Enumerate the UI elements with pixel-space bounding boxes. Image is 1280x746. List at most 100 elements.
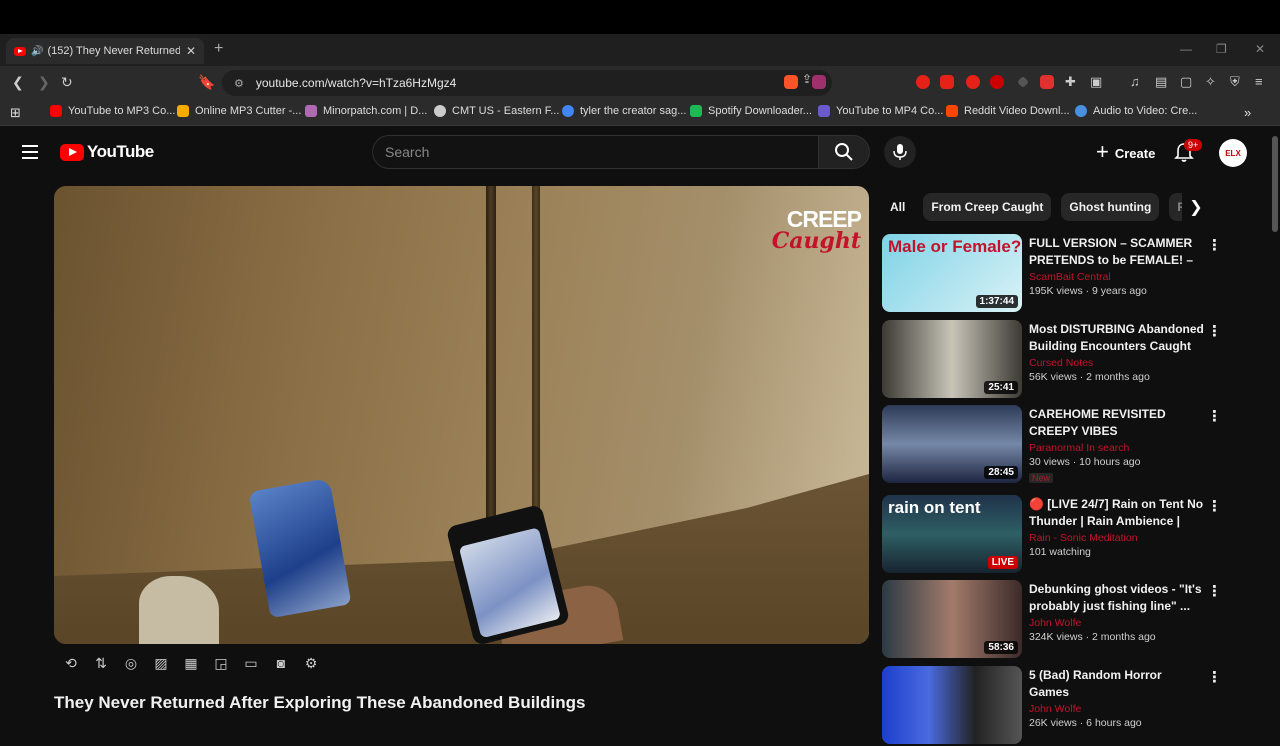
sort-icon[interactable]: ⇅ — [92, 654, 110, 672]
recommendation-title[interactable]: Debunking ghost videos - "It's probably … — [1029, 581, 1205, 615]
hide-overlay-icon[interactable]: ▨ — [152, 654, 170, 672]
apps-grid-icon[interactable]: ⊞ — [10, 105, 21, 121]
search-input[interactable] — [385, 144, 818, 160]
recommendation-item[interactable]: 28:45 CAREHOME REVISITED CREEPY VIBES Pa… — [882, 405, 1222, 485]
bookmark-item[interactable]: Reddit Video Downl... — [946, 105, 1070, 117]
forward-icon[interactable]: ❯ — [38, 74, 50, 91]
cinema-icon[interactable]: ▦ — [182, 654, 200, 672]
leo-ai-icon[interactable]: ✧ — [1205, 74, 1216, 90]
window-close-icon[interactable]: ✕ — [1255, 42, 1265, 56]
recommendation-channel[interactable]: ScamBait Central — [1029, 271, 1205, 283]
audio-wave-icon[interactable]: ◎ — [122, 654, 140, 672]
bookmark-item[interactable]: Minorpatch.com | D... — [305, 105, 427, 117]
recommendation-channel[interactable]: Cursed Notes — [1029, 357, 1205, 369]
recommendation-channel[interactable]: John Wolfe — [1029, 703, 1205, 715]
page-scrollbar[interactable] — [1272, 136, 1278, 232]
more-bookmarks-icon[interactable]: » — [1244, 105, 1251, 120]
chip-all[interactable]: All — [882, 193, 913, 221]
speaker-icon[interactable]: 🔊 — [31, 46, 43, 57]
youtube-logo-icon — [60, 143, 84, 161]
search-box[interactable] — [372, 135, 818, 169]
brave-rewards-icon[interactable] — [812, 75, 826, 89]
vpn-icon[interactable]: ⛨ — [1230, 74, 1240, 90]
address-bar[interactable]: ⚙ youtube.com/watch?v=hTza6HzMgz4 ▭ ⇪ — [222, 70, 832, 96]
video-player[interactable]: CREEP Caught — [54, 186, 869, 644]
recommendation-stats: 30 views · 10 hours ago — [1029, 456, 1141, 468]
settings-gear-icon[interactable]: ⚙ — [302, 654, 320, 672]
bookmark-page-icon[interactable]: 🔖 — [198, 74, 215, 91]
bookmark-item[interactable]: CMT US - Eastern F... — [434, 105, 559, 117]
bookmark-item[interactable]: Audio to Video: Cre... — [1075, 105, 1197, 117]
more-options-icon[interactable]: ⋮ — [1207, 322, 1222, 340]
reload-icon[interactable]: ↻ — [61, 74, 73, 91]
more-options-icon[interactable]: ⋮ — [1207, 582, 1222, 600]
bookmark-item[interactable]: tyler the creator sag... — [562, 105, 686, 117]
bookmark-item[interactable]: YouTube to MP4 Co... — [818, 105, 943, 117]
menu-icon[interactable] — [22, 145, 38, 159]
close-tab-icon[interactable]: ✕ — [186, 44, 196, 58]
brave-shield-icon[interactable] — [784, 75, 798, 89]
video-cloth — [139, 576, 219, 644]
recommendation-title[interactable]: 🔴 [LIVE 24/7] Rain on Tent No Thunder | … — [1029, 496, 1205, 530]
bookmark-item[interactable]: Online MP3 Cutter -... — [177, 105, 301, 117]
video-thumbnail[interactable]: 28:45 — [882, 405, 1022, 483]
media-icon[interactable]: ♫ — [1130, 74, 1140, 89]
chip-ghost-hunting[interactable]: Ghost hunting — [1061, 193, 1160, 221]
recommendation-item[interactable]: rain on tent LIVE 🔴 [LIVE 24/7] Rain on T… — [882, 495, 1222, 575]
extension-red-2-icon[interactable] — [940, 75, 954, 89]
browser-menu-icon[interactable]: ≡ — [1255, 74, 1263, 89]
new-badge: New — [1029, 473, 1054, 483]
minimize-icon[interactable]: — — [1180, 42, 1192, 56]
recommendation-title[interactable]: Most DISTURBING Abandoned Building Encou… — [1029, 321, 1205, 355]
pip-icon[interactable]: ◲ — [212, 654, 230, 672]
more-options-icon[interactable]: ⋮ — [1207, 668, 1222, 686]
more-options-icon[interactable]: ⋮ — [1207, 497, 1222, 515]
extensions-puzzle-icon[interactable]: ✚ — [1065, 74, 1076, 90]
recommendation-channel[interactable]: John Wolfe — [1029, 617, 1205, 629]
theater-icon[interactable]: ▭ — [242, 654, 260, 672]
video-thumbnail[interactable]: 25:41 — [882, 320, 1022, 398]
recommendation-item[interactable]: 25:41 Most DISTURBING Abandoned Building… — [882, 320, 1222, 400]
extension-u-icon[interactable] — [990, 75, 1004, 89]
video-thumbnail[interactable]: rain on tent LIVE — [882, 495, 1022, 573]
more-options-icon[interactable]: ⋮ — [1207, 407, 1222, 425]
recommendation-channel[interactable]: Rain - Sonic Meditation — [1029, 532, 1205, 544]
recommendation-title[interactable]: 5 (Bad) Random Horror Games — [1029, 667, 1205, 701]
wallet-icon[interactable]: ▢ — [1180, 74, 1192, 90]
recommendation-channel[interactable]: Paranormal In search — [1029, 442, 1205, 454]
youtube-logo[interactable]: YouTube — [60, 142, 154, 162]
recommendation-item[interactable]: 5 (Bad) Random Horror Games John Wolfe 2… — [882, 666, 1222, 746]
extension-red-3-icon[interactable] — [966, 75, 980, 89]
video-thumbnail[interactable] — [882, 666, 1022, 744]
new-tab-icon[interactable]: + — [214, 40, 223, 58]
screenshot-icon[interactable]: ◙ — [272, 654, 290, 672]
browser-tab[interactable]: 🔊 (152) They Never Returned Af ✕ — [6, 38, 204, 64]
chevron-right-icon[interactable]: ❯ — [1182, 193, 1210, 221]
account-avatar[interactable]: ELX — [1219, 139, 1247, 167]
sidebar-icon[interactable]: ▤ — [1155, 74, 1167, 90]
bookmark-favicon-icon — [818, 105, 830, 117]
recommendation-item[interactable]: 58:36 Debunking ghost videos - "It's pro… — [882, 580, 1222, 660]
video-thumbnail[interactable]: Male or Female? 1:37:44 — [882, 234, 1022, 312]
bookmark-item[interactable]: Spotify Downloader... — [690, 105, 812, 117]
notification-count-badge: 9+ — [1184, 139, 1203, 151]
more-options-icon[interactable]: ⋮ — [1207, 236, 1222, 254]
extension-pen-icon[interactable] — [1040, 75, 1054, 89]
back-icon[interactable]: ❮ — [12, 74, 24, 91]
site-info-icon[interactable]: ⚙ — [234, 77, 244, 90]
video-thumbnail[interactable]: 58:36 — [882, 580, 1022, 658]
create-button[interactable]: + Create — [1084, 137, 1167, 169]
maximize-icon[interactable]: ❐ — [1216, 42, 1227, 56]
bookmark-item[interactable]: YouTube to MP3 Co... — [50, 105, 175, 117]
search-button[interactable] — [818, 135, 870, 169]
share-icon[interactable]: ⇪ — [802, 72, 812, 86]
chip-from-creep-caught[interactable]: From Creep Caught — [923, 193, 1052, 221]
extension-diamond-icon[interactable] — [1017, 76, 1029, 88]
recommendation-title[interactable]: CAREHOME REVISITED CREEPY VIBES — [1029, 406, 1205, 440]
voice-search-button[interactable] — [884, 136, 916, 168]
extension-red-1-icon[interactable] — [916, 75, 930, 89]
recommendation-title[interactable]: FULL VERSION – SCAMMER PRETENDS to be FE… — [1029, 235, 1205, 269]
recommendation-item[interactable]: Male or Female? 1:37:44 FULL VERSION – SC… — [882, 234, 1222, 314]
loop-icon[interactable]: ⟲ — [62, 654, 80, 672]
tab-search-icon[interactable]: ▣ — [1090, 74, 1102, 90]
